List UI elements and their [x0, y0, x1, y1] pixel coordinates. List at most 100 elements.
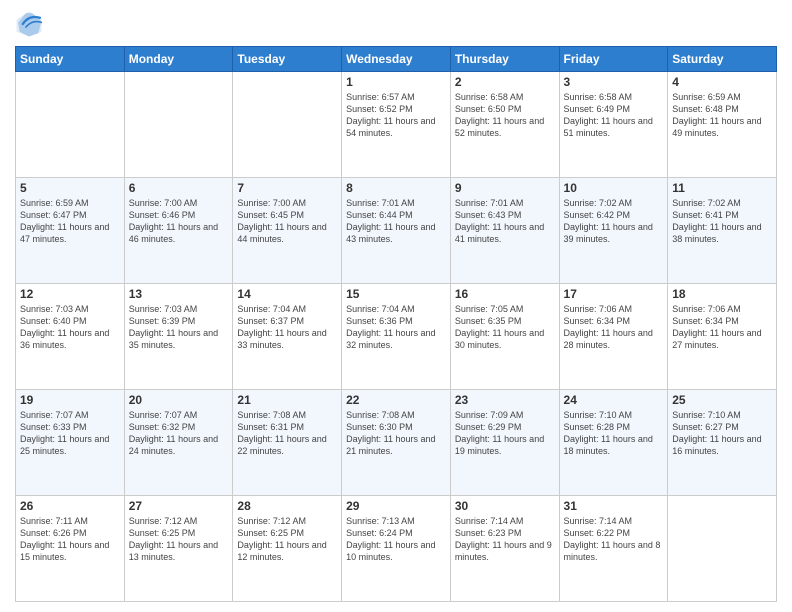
page: SundayMondayTuesdayWednesdayThursdayFrid… — [0, 0, 792, 612]
day-number: 12 — [20, 287, 120, 301]
cell-info: Sunrise: 7:11 AM — [20, 515, 120, 527]
cell-info: Sunset: 6:36 PM — [346, 315, 446, 327]
day-number: 20 — [129, 393, 229, 407]
day-number: 5 — [20, 181, 120, 195]
cell-info: Daylight: 11 hours and 44 minutes. — [237, 221, 337, 245]
week-row-4: 19Sunrise: 7:07 AMSunset: 6:33 PMDayligh… — [16, 390, 777, 496]
cell-info: Sunrise: 6:58 AM — [455, 91, 555, 103]
calendar-cell: 5Sunrise: 6:59 AMSunset: 6:47 PMDaylight… — [16, 178, 125, 284]
cell-info: Sunset: 6:29 PM — [455, 421, 555, 433]
cell-info: Sunrise: 7:08 AM — [237, 409, 337, 421]
day-number: 22 — [346, 393, 446, 407]
cell-info: Sunrise: 7:08 AM — [346, 409, 446, 421]
week-row-3: 12Sunrise: 7:03 AMSunset: 6:40 PMDayligh… — [16, 284, 777, 390]
day-number: 23 — [455, 393, 555, 407]
day-header-sunday: Sunday — [16, 47, 125, 72]
day-number: 29 — [346, 499, 446, 513]
day-number: 1 — [346, 75, 446, 89]
cell-info: Daylight: 11 hours and 33 minutes. — [237, 327, 337, 351]
cell-info: Daylight: 11 hours and 8 minutes. — [564, 539, 664, 563]
cell-info: Sunset: 6:23 PM — [455, 527, 555, 539]
day-number: 25 — [672, 393, 772, 407]
cell-info: Sunrise: 7:14 AM — [455, 515, 555, 527]
cell-info: Daylight: 11 hours and 32 minutes. — [346, 327, 446, 351]
cell-info: Sunrise: 7:01 AM — [346, 197, 446, 209]
cell-info: Daylight: 11 hours and 27 minutes. — [672, 327, 772, 351]
week-row-5: 26Sunrise: 7:11 AMSunset: 6:26 PMDayligh… — [16, 496, 777, 602]
cell-info: Sunset: 6:30 PM — [346, 421, 446, 433]
cell-info: Daylight: 11 hours and 46 minutes. — [129, 221, 229, 245]
cell-info: Sunset: 6:34 PM — [564, 315, 664, 327]
logo-icon — [15, 10, 43, 38]
cell-info: Sunrise: 7:06 AM — [564, 303, 664, 315]
cell-info: Daylight: 11 hours and 51 minutes. — [564, 115, 664, 139]
calendar-cell: 22 Sunrise: 7:08 AMSunset: 6:30 PMDayligh… — [342, 390, 451, 496]
calendar-cell: 25Sunrise: 7:10 AMSunset: 6:27 PMDayligh… — [668, 390, 777, 496]
cell-info: Daylight: 11 hours and 15 minutes. — [20, 539, 120, 563]
calendar-cell: 8Sunrise: 7:01 AMSunset: 6:44 PMDaylight… — [342, 178, 451, 284]
day-header-tuesday: Tuesday — [233, 47, 342, 72]
cell-info: Sunrise: 7:07 AM — [129, 409, 229, 421]
cell-info: Daylight: 11 hours and 12 minutes. — [237, 539, 337, 563]
calendar-cell: 11Sunrise: 7:02 AMSunset: 6:41 PMDayligh… — [668, 178, 777, 284]
cell-info: Daylight: 11 hours and 28 minutes. — [564, 327, 664, 351]
cell-info: Sunrise: 6:58 AM — [564, 91, 664, 103]
cell-info: Sunset: 6:49 PM — [564, 103, 664, 115]
cell-info: Sunrise: 7:04 AM — [237, 303, 337, 315]
day-number: 27 — [129, 499, 229, 513]
calendar-cell: 30Sunrise: 7:14 AMSunset: 6:23 PMDayligh… — [450, 496, 559, 602]
cell-info: Sunset: 6:50 PM — [455, 103, 555, 115]
calendar-cell — [16, 72, 125, 178]
cell-info: Daylight: 11 hours and 21 minutes. — [346, 433, 446, 457]
cell-info: Daylight: 11 hours and 52 minutes. — [455, 115, 555, 139]
day-header-thursday: Thursday — [450, 47, 559, 72]
calendar-cell: 4Sunrise: 6:59 AMSunset: 6:48 PMDaylight… — [668, 72, 777, 178]
calendar-cell: 6Sunrise: 7:00 AMSunset: 6:46 PMDaylight… — [124, 178, 233, 284]
cell-info: Daylight: 11 hours and 30 minutes. — [455, 327, 555, 351]
day-number: 16 — [455, 287, 555, 301]
calendar-cell: 21Sunrise: 7:08 AMSunset: 6:31 PMDayligh… — [233, 390, 342, 496]
cell-info: Daylight: 11 hours and 35 minutes. — [129, 327, 229, 351]
day-number: 3 — [564, 75, 664, 89]
cell-info: Sunset: 6:35 PM — [455, 315, 555, 327]
cell-info: Sunset: 6:41 PM — [672, 209, 772, 221]
calendar-table: SundayMondayTuesdayWednesdayThursdayFrid… — [15, 46, 777, 602]
calendar-cell: 16Sunrise: 7:05 AMSunset: 6:35 PMDayligh… — [450, 284, 559, 390]
cell-info: Sunset: 6:31 PM — [237, 421, 337, 433]
calendar-cell — [124, 72, 233, 178]
cell-info: Sunrise: 7:00 AM — [237, 197, 337, 209]
cell-info: Sunset: 6:39 PM — [129, 315, 229, 327]
day-number: 14 — [237, 287, 337, 301]
cell-info: Daylight: 11 hours and 36 minutes. — [20, 327, 120, 351]
day-number: 6 — [129, 181, 229, 195]
day-number: 11 — [672, 181, 772, 195]
cell-info: Sunset: 6:27 PM — [672, 421, 772, 433]
calendar-cell: 29Sunrise: 7:13 AMSunset: 6:24 PMDayligh… — [342, 496, 451, 602]
calendar-cell: 18 Sunrise: 7:06 AMSunset: 6:34 PMDayligh… — [668, 284, 777, 390]
cell-info: Sunset: 6:47 PM — [20, 209, 120, 221]
header — [15, 10, 777, 38]
day-number: 9 — [455, 181, 555, 195]
cell-info: Sunrise: 7:12 AM — [237, 515, 337, 527]
cell-info: Daylight: 11 hours and 13 minutes. — [129, 539, 229, 563]
calendar-cell: 7Sunrise: 7:00 AMSunset: 6:45 PMDaylight… — [233, 178, 342, 284]
cell-info: Sunset: 6:34 PM — [672, 315, 772, 327]
day-header-monday: Monday — [124, 47, 233, 72]
calendar-cell: 19Sunrise: 7:07 AMSunset: 6:33 PMDayligh… — [16, 390, 125, 496]
cell-info: Sunset: 6:33 PM — [20, 421, 120, 433]
cell-info: Sunset: 6:48 PM — [672, 103, 772, 115]
cell-info: Sunset: 6:43 PM — [455, 209, 555, 221]
day-number: 18 — [672, 287, 772, 301]
cell-info: Sunset: 6:40 PM — [20, 315, 120, 327]
calendar-cell: 3 Sunrise: 6:58 AMSunset: 6:49 PMDaylight… — [559, 72, 668, 178]
cell-info: Daylight: 11 hours and 9 minutes. — [455, 539, 555, 563]
week-row-2: 5Sunrise: 6:59 AMSunset: 6:47 PMDaylight… — [16, 178, 777, 284]
calendar-cell: 17Sunrise: 7:06 AMSunset: 6:34 PMDayligh… — [559, 284, 668, 390]
cell-info: Daylight: 11 hours and 25 minutes. — [20, 433, 120, 457]
calendar-cell — [233, 72, 342, 178]
cell-info: Sunrise: 7:06 AM — [672, 303, 772, 315]
day-number: 26 — [20, 499, 120, 513]
day-number: 10 — [564, 181, 664, 195]
calendar-cell: 28Sunrise: 7:12 AMSunset: 6:25 PMDayligh… — [233, 496, 342, 602]
cell-info: Sunset: 6:25 PM — [237, 527, 337, 539]
